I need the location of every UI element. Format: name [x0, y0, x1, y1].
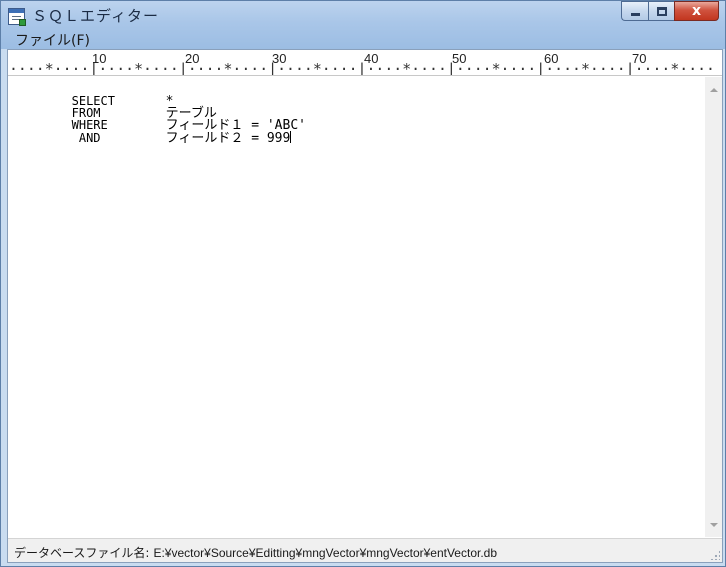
- minimize-button[interactable]: [621, 1, 648, 21]
- scroll-down-icon[interactable]: [710, 523, 718, 527]
- sql-editor-app-icon[interactable]: [8, 8, 26, 26]
- status-text: データベースファイル名: E:¥vector¥Source¥Editting¥mn…: [14, 544, 497, 561]
- close-button[interactable]: x: [674, 1, 719, 21]
- text-caret: [290, 131, 292, 143]
- sql-text-area[interactable]: SELECT * FROM テーブル WHERE フィールド１ = 'ABC' AND…: [8, 77, 705, 537]
- client-area: 10 20 30 40 50 60 70 ····*····|····*····…: [7, 49, 723, 563]
- status-bar: データベースファイル名: E:¥vector¥Source¥Editting¥mn…: [8, 538, 722, 562]
- code-line: FROM テーブル: [9, 95, 217, 120]
- window-title: ＳＱＬエディター: [32, 7, 159, 25]
- close-icon: x: [691, 3, 702, 19]
- db-file-label: データベースファイル名:: [14, 546, 150, 560]
- sql-content: フィールド２ = 999: [165, 131, 291, 146]
- db-file-path: E:¥vector¥Source¥Editting¥mngVector¥mngV…: [153, 546, 498, 560]
- title-bar[interactable]: ＳＱＬエディター x ファイル(F): [1, 1, 725, 49]
- code-line: WHERE フィールド１ = 'ABC': [9, 107, 306, 132]
- column-ruler: 10 20 30 40 50 60 70 ····*····|····*····…: [8, 50, 722, 76]
- scroll-up-icon[interactable]: [710, 88, 718, 92]
- sql-keyword: AND: [71, 131, 101, 145]
- window-controls: x: [621, 1, 719, 21]
- sql-editor-window: ＳＱＬエディター x ファイル(F) 10 20 30 40 50 60 70 …: [0, 0, 726, 567]
- code-line: SELECT *: [9, 83, 174, 108]
- minimize-icon: [630, 12, 640, 16]
- ruler-ticks: ····*····|····*····|····*····|····*····|…: [9, 60, 715, 76]
- code-line: AND フィールド２ = 999: [9, 119, 292, 145]
- resize-grip-icon[interactable]: [710, 550, 720, 560]
- vertical-scrollbar[interactable]: [705, 77, 722, 537]
- menu-bar: ファイル(F): [7, 27, 98, 49]
- maximize-button[interactable]: [648, 1, 674, 21]
- maximize-icon: [656, 6, 667, 16]
